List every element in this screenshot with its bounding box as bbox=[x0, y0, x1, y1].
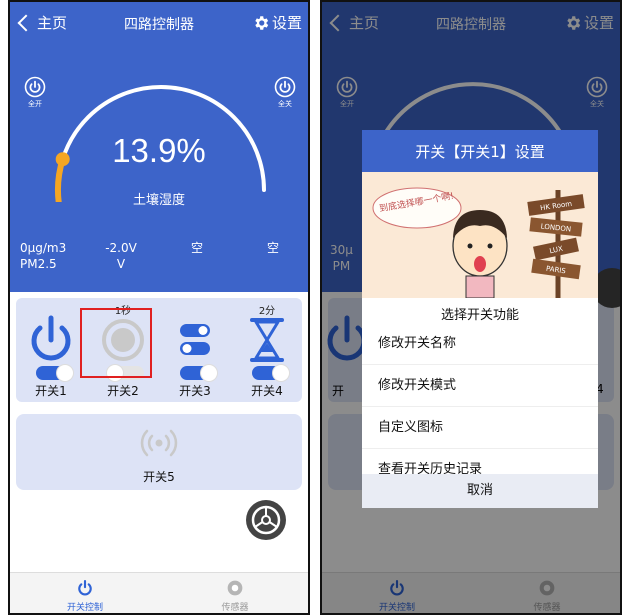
sensor-name: V bbox=[116, 257, 126, 271]
highlight-box bbox=[80, 308, 152, 378]
hourglass-icon bbox=[250, 318, 284, 362]
tab-label: 开关控制 bbox=[66, 603, 103, 613]
all-on-label: 全开 bbox=[28, 100, 42, 108]
sensor-voltage: -2.0V V bbox=[96, 240, 146, 272]
switch-3-toggle[interactable] bbox=[180, 364, 218, 382]
sensor-name: PM2.5 bbox=[20, 257, 57, 271]
humidity-value: 13.9% bbox=[112, 132, 206, 169]
bottom-tab-bar: 开关控制 传感器 bbox=[10, 572, 308, 613]
switch-1-toggle[interactable] bbox=[36, 364, 74, 382]
gear-icon bbox=[255, 15, 269, 30]
power-icon bbox=[24, 76, 46, 98]
tab-switch-control[interactable]: 开关控制 bbox=[40, 579, 130, 613]
sensor-pm25: 0μg/m3 PM2.5 bbox=[20, 240, 78, 272]
power-icon bbox=[78, 579, 92, 596]
option-change-mode[interactable]: 修改开关模式 bbox=[362, 365, 598, 407]
sensor-slot-4: 空 bbox=[258, 240, 288, 256]
steering-wheel-icon bbox=[251, 505, 281, 535]
humidity-label: 土壤湿度 bbox=[132, 193, 185, 208]
sensor-value: 空 bbox=[190, 241, 203, 255]
switch-1[interactable]: 开关1 bbox=[18, 302, 84, 402]
switch-4[interactable]: 2分 开关4 bbox=[234, 302, 300, 402]
main-screen: 主页 四路控制器 设置 全开 全关 13.9% 土壤湿度 0μg/m3 PM2.… bbox=[8, 0, 310, 615]
dialog-title: 开关【开关1】设置 bbox=[362, 130, 598, 172]
switch-3[interactable]: 开关3 bbox=[162, 302, 228, 402]
switch-label: 开关5 bbox=[143, 470, 175, 484]
nav-bar: 主页 四路控制器 设置 bbox=[10, 2, 308, 46]
all-off-label: 全关 bbox=[278, 100, 292, 108]
switch-panel: 开关1 1秒 开关2 开关3 2分 开关4 bbox=[16, 298, 302, 402]
settings-button[interactable]: 设置 bbox=[252, 12, 302, 33]
tab-label: 传感器 bbox=[221, 603, 249, 613]
sensor-icon bbox=[227, 580, 243, 596]
switch-settings-dialog: 开关【开关1】设置 到底选择哪一个啊! HK Room LONDON LUX P… bbox=[362, 130, 598, 508]
sensor-value: -2.0V bbox=[105, 241, 137, 255]
header-panel: 主页 四路控制器 设置 全开 全关 bbox=[10, 2, 308, 292]
cancel-button[interactable]: 取消 bbox=[362, 474, 598, 508]
sensor-slot-3: 空 bbox=[182, 240, 212, 256]
switch-4-toggle[interactable] bbox=[252, 364, 290, 382]
switch-5[interactable]: 开关5 bbox=[16, 414, 302, 490]
dialog-subtitle: 选择开关功能 bbox=[440, 308, 519, 323]
switch-label: 开关2 bbox=[107, 384, 139, 398]
power-icon bbox=[31, 315, 71, 361]
switch-label: 开关4 bbox=[251, 384, 283, 398]
dialog-illustration: 到底选择哪一个啊! HK Room LONDON LUX PARIS bbox=[362, 172, 598, 298]
confused-boy-illustration: 到底选择哪一个啊! HK Room LONDON LUX PARIS bbox=[362, 172, 598, 298]
sensor-row: 0μg/m3 PM2.5 -2.0V V 空 空 bbox=[10, 240, 308, 284]
sensor-value: 0μg/m3 bbox=[20, 241, 67, 255]
menu-fab-button[interactable] bbox=[246, 500, 286, 540]
tab-sensor[interactable]: 传感器 bbox=[190, 579, 280, 613]
toggle-stack-icon bbox=[180, 324, 210, 355]
switch-label: 开关3 bbox=[179, 384, 211, 398]
switch-label: 开关1 bbox=[35, 384, 67, 398]
sensor-value: 空 bbox=[266, 241, 279, 255]
settings-label: 设置 bbox=[271, 14, 302, 32]
option-custom-icon[interactable]: 自定义图标 bbox=[362, 407, 598, 449]
option-rename-switch[interactable]: 修改开关名称 bbox=[362, 323, 598, 365]
settings-dialog-screen: 主页 四路控制器 设置 全开 全关 30μ PM 开 4 开关控制 传感器 开关… bbox=[320, 0, 622, 615]
wireless-signal-icon bbox=[140, 429, 178, 457]
